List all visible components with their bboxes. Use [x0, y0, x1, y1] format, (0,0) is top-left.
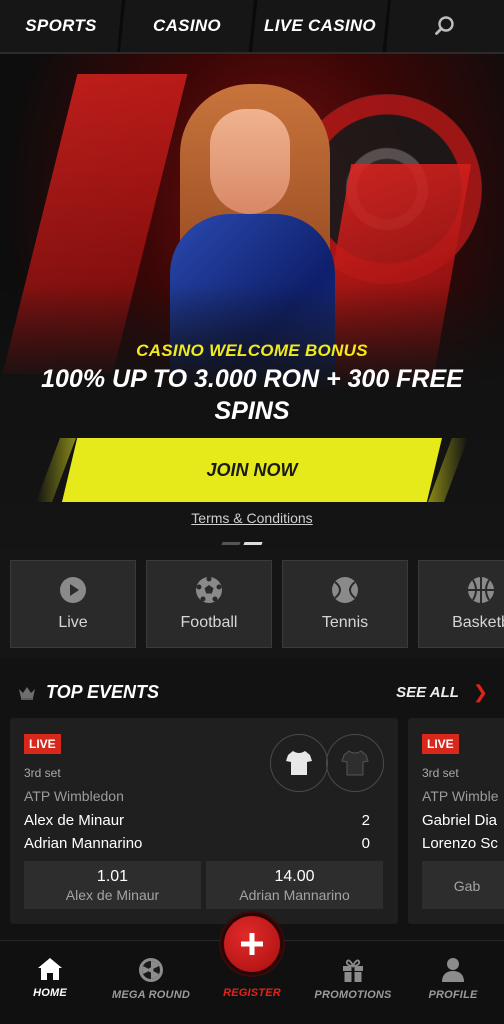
nav-promotions[interactable]: PROMOTIONS [305, 957, 401, 1001]
home-icon [38, 958, 62, 980]
category-football[interactable]: Football [146, 560, 272, 648]
nav-profile[interactable]: PROFILE [405, 957, 501, 1001]
live-badge: LIVE [24, 734, 61, 754]
category-live[interactable]: Live [10, 560, 136, 648]
tennis-icon [332, 577, 358, 603]
nav-label: REGISTER [223, 987, 281, 999]
event-card[interactable]: LIVE 3rd set ATP Wimbledon Alex de Minau… [10, 718, 398, 924]
event-card[interactable]: LIVE 3rd set ATP Wimble Gabriel Dia Lore… [408, 718, 504, 924]
carousel-dot-active[interactable] [243, 542, 263, 545]
category-label: Basketb [452, 614, 504, 631]
odds-value: 1.01 [96, 867, 129, 885]
sport-categories: Live Football Tennis Basketb [10, 560, 504, 650]
match-status: 3rd set [422, 766, 459, 780]
category-label: Football [180, 614, 238, 631]
gift-icon [343, 959, 363, 982]
odds-button[interactable]: Gab [422, 861, 504, 909]
search-button[interactable] [386, 0, 504, 52]
player-2-name: Adrian Mannarino [24, 835, 143, 852]
search-icon [435, 16, 454, 35]
player-2-name: Lorenzo Sc [422, 835, 498, 852]
tab-sports[interactable]: SPORTS [0, 0, 122, 52]
wheel-icon [139, 958, 163, 982]
play-icon [60, 577, 86, 603]
odds-selection: Alex de Minaur [65, 886, 160, 903]
odds-button[interactable]: 14.00 Adrian Mannarino [206, 861, 383, 909]
tournament-name: ATP Wimbledon [24, 788, 124, 804]
odds-selection: Gab [453, 877, 481, 894]
category-label: Tennis [321, 614, 369, 631]
bonus-title: 100% UP TO 3.000 RON + 300 FREE SPINS [41, 365, 463, 425]
top-events-title: TOP EVENTS [46, 682, 160, 702]
odds-button[interactable]: 1.01 Alex de Minaur [24, 861, 201, 909]
nav-home[interactable]: HOME [2, 957, 98, 999]
top-events-section: TOP EVENTS SEE ALL ❯ LIVE 3rd set ATP Wi… [0, 658, 504, 940]
terms-link[interactable]: Terms & Conditions [0, 510, 504, 526]
join-now-button[interactable]: JOIN NOW [62, 438, 442, 502]
tournament-name: ATP Wimble [422, 788, 499, 804]
bonus-subtitle: CASINO WELCOME BONUS [136, 341, 368, 360]
nav-label: HOME [33, 987, 67, 999]
player-1-name: Alex de Minaur [24, 812, 125, 829]
carousel-indicator [221, 542, 263, 545]
bottom-navigation: HOME MEGA ROUND REGISTER PROMOTIONS PROF… [0, 913, 504, 1024]
player-1-name: Gabriel Dia [422, 812, 498, 829]
profile-icon [442, 958, 464, 982]
away-jersey-icon [326, 734, 384, 792]
odds-value: 14.00 [274, 867, 315, 885]
basketball-icon [468, 577, 494, 603]
match-status: 3rd set [24, 766, 61, 780]
odds-selection: Adrian Mannarino [239, 886, 350, 903]
tab-casino[interactable]: CASINO [120, 0, 254, 52]
category-label: Live [58, 614, 88, 631]
see-all-link[interactable]: SEE ALL [396, 684, 459, 701]
nav-mega-round[interactable]: MEGA ROUND [103, 957, 199, 1001]
player-1-score: 2 [361, 812, 370, 829]
nav-label: PROMOTIONS [314, 989, 392, 1001]
nav-label: MEGA ROUND [112, 989, 190, 1001]
top-navigation: SPORTS CASINO LIVE CASINO [0, 0, 504, 54]
live-badge: LIVE [422, 734, 459, 754]
register-button[interactable] [221, 913, 283, 975]
tab-live-casino[interactable]: LIVE CASINO [252, 0, 388, 52]
carousel-dot[interactable] [221, 542, 241, 545]
chevron-right-icon[interactable]: ❯ [473, 682, 488, 703]
top-events-header: TOP EVENTS SEE ALL ❯ [18, 682, 488, 703]
category-basketball[interactable]: Basketb [418, 560, 504, 648]
home-jersey-icon [270, 734, 328, 792]
plus-icon [241, 933, 263, 955]
category-tennis[interactable]: Tennis [282, 560, 408, 648]
crown-icon [19, 686, 35, 700]
hero-banner[interactable]: CASINO WELCOME BONUS 100% UP TO 3.000 RO… [0, 54, 504, 549]
football-icon [196, 576, 222, 603]
nav-label: PROFILE [428, 989, 478, 1001]
player-2-score: 0 [361, 835, 370, 852]
